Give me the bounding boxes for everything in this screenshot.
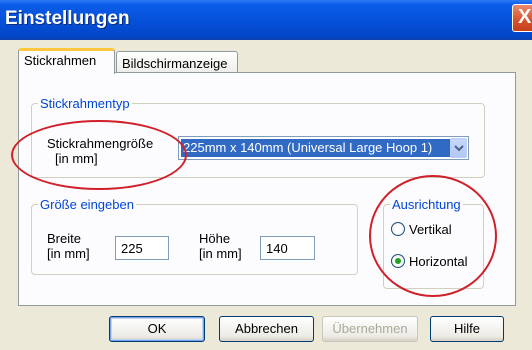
apply-button[interactable]: Übernehmen [322, 316, 418, 342]
hoop-size-label-line2: [in mm] [55, 151, 98, 166]
height-label: Höhe [in mm] [199, 231, 242, 261]
hoop-size-label: Stickrahmengröße [in mm] [47, 136, 153, 166]
height-input[interactable] [260, 236, 315, 260]
close-icon: X [518, 6, 532, 28]
cancel-button[interactable]: Abbrechen [219, 316, 314, 342]
horizontal-radio[interactable] [391, 254, 405, 268]
hoop-type-legend: Stickrahmentyp [40, 96, 130, 111]
tab-label: Stickrahmen [24, 53, 97, 68]
chevron-down-icon [454, 145, 464, 152]
hoop-size-label-line1: Stickrahmengröße [47, 136, 154, 151]
hoop-size-dropdown[interactable]: 225mm x 140mm (Universal Large Hoop 1) [178, 136, 469, 160]
tab-label: Bildschirmanzeige [122, 56, 228, 71]
width-label: Breite [in mm] [47, 231, 90, 261]
tab-stickrahmen[interactable]: Stickrahmen [18, 48, 115, 74]
orientation-group: Ausrichtung [383, 197, 484, 289]
width-label-line1: Breite [47, 231, 81, 246]
ok-button[interactable]: OK [109, 316, 205, 342]
vertical-radio[interactable] [391, 222, 405, 236]
height-label-line1: Höhe [199, 231, 231, 246]
close-button[interactable]: X [512, 4, 532, 32]
vertical-radio-label: Vertikal [409, 222, 452, 237]
height-label-line2: [in mm] [199, 246, 242, 261]
help-button[interactable]: Hilfe [430, 316, 504, 342]
dropdown-button[interactable] [450, 138, 467, 158]
window-title: Einstellungen [5, 8, 130, 29]
title-bar: Einstellungen X [0, 0, 532, 40]
size-input-legend: Größe eingeben [40, 197, 134, 212]
orientation-legend: Ausrichtung [392, 197, 461, 212]
hoop-size-selected-value: 225mm x 140mm (Universal Large Hoop 1) [181, 139, 452, 157]
width-label-line2: [in mm] [47, 246, 90, 261]
horizontal-radio-label: Horizontal [409, 254, 468, 269]
width-input[interactable] [115, 236, 169, 260]
